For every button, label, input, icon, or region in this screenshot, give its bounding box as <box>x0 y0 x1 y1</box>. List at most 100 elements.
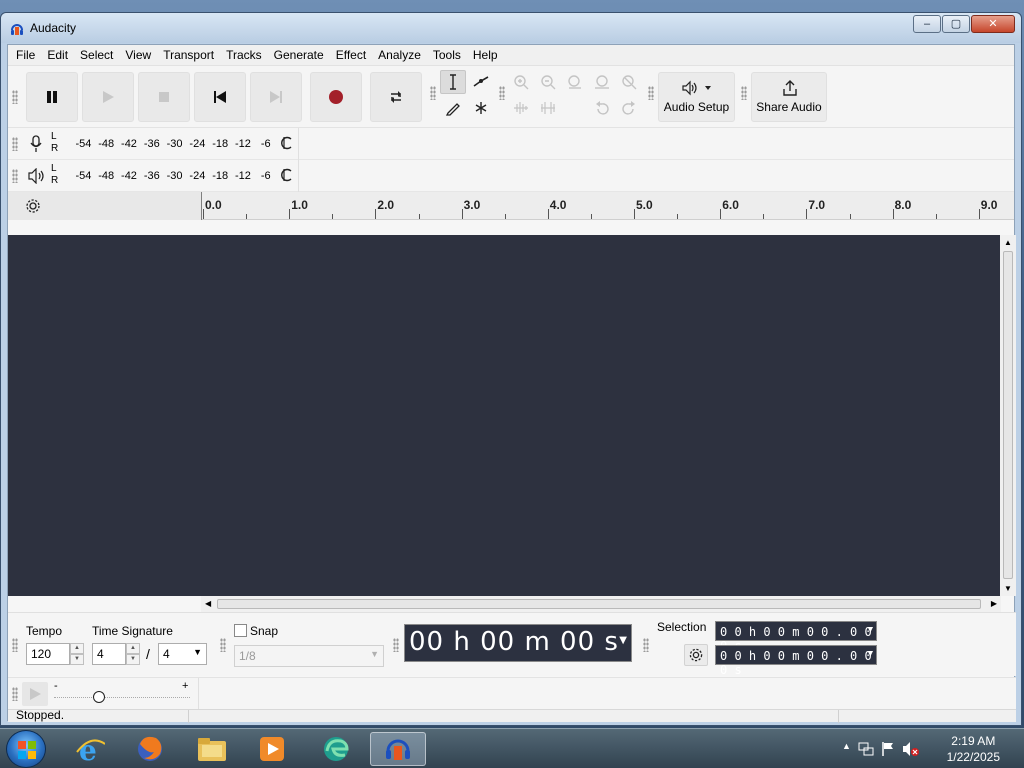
microphone-icon[interactable] <box>28 135 44 153</box>
firefox-icon[interactable] <box>122 732 178 766</box>
meter-level-knob-icon[interactable] <box>280 136 294 150</box>
tempo-up-icon[interactable]: ▲ <box>70 643 84 654</box>
scroll-left-icon[interactable]: ◀ <box>205 599 211 608</box>
speed-slider-thumb[interactable] <box>93 691 105 703</box>
playback-meter-grip[interactable] <box>12 169 18 183</box>
horizontal-scrollbar[interactable]: ◀ ▶ <box>201 596 1001 612</box>
show-hidden-icons-icon[interactable]: ▲ <box>842 741 851 751</box>
play-at-speed-grip[interactable] <box>12 687 18 701</box>
numerator-stepper[interactable]: ▲ ▼ <box>126 643 140 665</box>
trim-audio-button[interactable] <box>508 96 534 120</box>
audio-setup-grip[interactable] <box>648 86 654 100</box>
draw-tool[interactable] <box>440 96 466 120</box>
menu-help[interactable]: Help <box>467 45 504 65</box>
record-meter-grip[interactable] <box>12 137 18 151</box>
menu-analyze[interactable]: Analyze <box>372 45 427 65</box>
play-button[interactable] <box>82 72 134 122</box>
time-signature-denominator-select[interactable]: 4 ▼ <box>158 643 207 665</box>
loop-button[interactable] <box>370 72 422 122</box>
speed-slider-track[interactable] <box>54 697 190 698</box>
snapping-grip[interactable] <box>220 638 226 652</box>
network-icon[interactable] <box>858 741 874 757</box>
audacity-taskbar-icon[interactable] <box>370 732 426 766</box>
tempo-down-icon[interactable]: ▼ <box>70 654 84 665</box>
speaker-icon[interactable] <box>27 168 47 184</box>
snap-checkbox[interactable] <box>234 624 247 637</box>
undo-button[interactable] <box>589 96 615 120</box>
numerator-down-icon[interactable]: ▼ <box>126 654 140 665</box>
multi-tool[interactable] <box>468 96 494 120</box>
edit-grip[interactable] <box>499 86 505 100</box>
internet-explorer-icon[interactable]: e <box>62 732 118 766</box>
system-clock[interactable]: 2:19 AM 1/22/2025 <box>947 733 1000 765</box>
menu-effect[interactable]: Effect <box>330 45 372 65</box>
tempo-stepper[interactable]: ▲ ▼ <box>70 643 84 665</box>
start-button[interactable] <box>6 730 46 768</box>
playback-meter-scale[interactable]: -54 -48 -42 -36 -30 -24 -18 -12 -6 <box>72 170 277 182</box>
volume-muted-icon[interactable] <box>902 741 920 757</box>
stop-button[interactable] <box>138 72 190 122</box>
horizontal-scroll-thumb[interactable] <box>217 599 981 609</box>
time-toolbar-grip[interactable] <box>393 638 399 652</box>
track-panel[interactable] <box>8 235 1000 596</box>
media-player-icon[interactable] <box>244 732 300 766</box>
pause-button[interactable] <box>26 72 78 122</box>
zoom-out-button[interactable] <box>535 70 561 94</box>
selection-tool[interactable] <box>440 70 466 94</box>
menu-view[interactable]: View <box>119 45 157 65</box>
envelope-tool[interactable] <box>468 70 494 94</box>
time-signature-grip[interactable] <box>12 638 18 652</box>
vertical-scrollbar[interactable]: ▲ ▼ <box>1000 235 1016 596</box>
numerator-up-icon[interactable]: ▲ <box>126 643 140 654</box>
title-bar[interactable]: Audacity – ▢ ✕ <box>1 13 1021 43</box>
silence-audio-button[interactable] <box>535 96 561 120</box>
scroll-up-icon[interactable]: ▲ <box>1004 238 1012 247</box>
time-signature-numerator-input[interactable]: 4 <box>92 643 126 665</box>
record-button[interactable] <box>310 72 362 122</box>
chevron-down-icon[interactable]: ▼ <box>619 635 628 646</box>
redo-button[interactable] <box>616 96 642 120</box>
close-button[interactable]: ✕ <box>971 15 1015 33</box>
selection-start-time[interactable]: 0 0 h 0 0 m 0 0 . 0 0 0 s ▼ <box>715 621 877 653</box>
maximize-button[interactable]: ▢ <box>942 15 970 33</box>
menu-transport[interactable]: Transport <box>157 45 220 65</box>
selection-settings-button[interactable] <box>684 644 708 666</box>
skip-to-end-button[interactable] <box>250 72 302 122</box>
snap-to-select[interactable]: 1/8 ▼ <box>234 645 384 667</box>
gear-icon[interactable] <box>25 198 41 214</box>
audio-position-display[interactable]: 00 h 00 m 00 s ▼ <box>404 624 632 662</box>
meter-level-knob-icon[interactable] <box>280 168 294 182</box>
menu-file[interactable]: File <box>10 45 41 65</box>
action-center-flag-icon[interactable] <box>880 741 896 757</box>
audio-setup-button[interactable]: Audio Setup <box>658 72 735 122</box>
toolbar-grip[interactable] <box>12 90 18 104</box>
menu-generate[interactable]: Generate <box>268 45 330 65</box>
zoom-in-button[interactable] <box>508 70 534 94</box>
edge-icon[interactable] <box>308 732 364 766</box>
record-meter-scale[interactable]: -54 -48 -42 -36 -30 -24 -18 -12 -6 <box>72 138 277 150</box>
selection-end-time[interactable]: 0 0 h 0 0 m 0 0 . 0 0 0 s ▼ <box>715 645 877 677</box>
share-audio-grip[interactable] <box>741 86 747 100</box>
chevron-down-icon[interactable]: ▼ <box>868 625 873 635</box>
file-explorer-icon[interactable] <box>184 732 240 766</box>
share-audio-button[interactable]: Share Audio <box>751 72 827 122</box>
scroll-down-icon[interactable]: ▼ <box>1004 584 1012 593</box>
minimize-button[interactable]: – <box>913 15 941 33</box>
zoom-toggle-button[interactable] <box>616 70 642 94</box>
selection-toolbar-grip[interactable] <box>643 638 649 652</box>
chevron-down-icon[interactable]: ▼ <box>868 649 873 659</box>
menu-tracks[interactable]: Tracks <box>220 45 268 65</box>
play-at-speed-button[interactable] <box>22 682 48 706</box>
timeline-ruler[interactable]: 0.0 1.0 2.0 3.0 4.0 5.0 6.0 7.0 8.0 9.0 <box>8 192 1014 220</box>
menu-select[interactable]: Select <box>74 45 119 65</box>
menu-edit[interactable]: Edit <box>41 45 74 65</box>
tempo-input[interactable]: 120 <box>26 643 70 665</box>
tools-grip[interactable] <box>430 86 436 100</box>
menu-tools[interactable]: Tools <box>427 45 467 65</box>
selection-end-value: 0 0 h 0 0 m 0 0 . 0 0 0 s <box>720 649 872 677</box>
fit-project-button[interactable] <box>589 70 615 94</box>
scroll-right-icon[interactable]: ▶ <box>991 599 997 608</box>
fit-selection-button[interactable] <box>562 70 588 94</box>
skip-to-start-button[interactable] <box>194 72 246 122</box>
vertical-scroll-thumb[interactable] <box>1003 251 1013 579</box>
